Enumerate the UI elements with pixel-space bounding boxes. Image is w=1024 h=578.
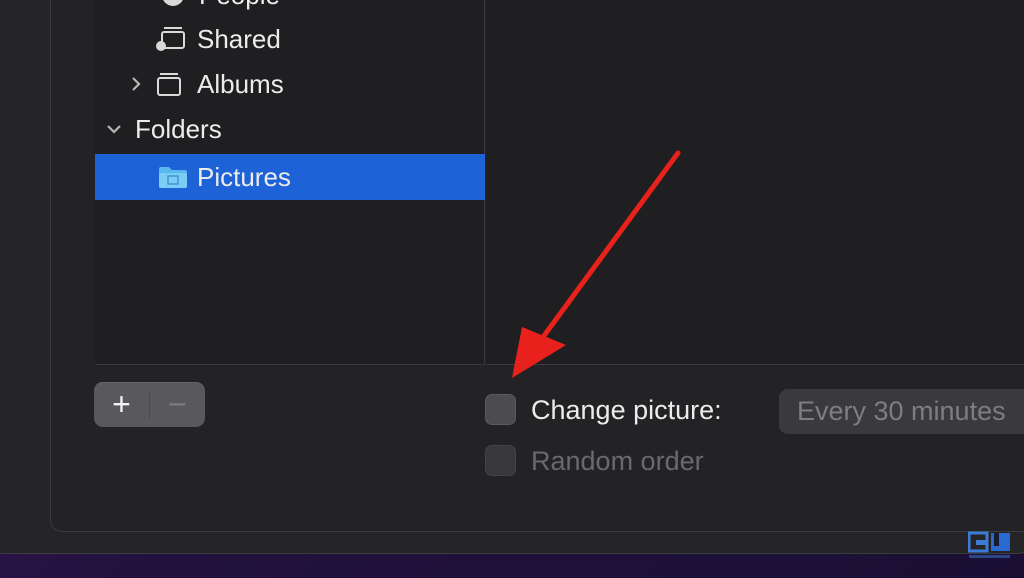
annotation-arrow [512,150,681,378]
watermark-logo [968,531,1010,558]
